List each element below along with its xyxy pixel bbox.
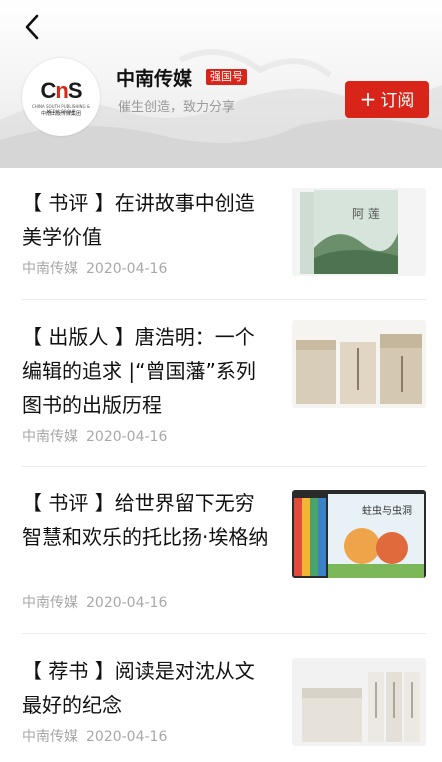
article-meta: 中南传媒 2020-04-16 <box>22 426 167 446</box>
article-item[interactable]: 【 出版人 】唐浩明：一个编辑的追求 |“曾国藩”系列图书的出版历程 中南传媒 2… <box>22 320 426 450</box>
article-meta: 中南传媒 2020-04-16 <box>22 726 167 746</box>
divider <box>22 466 426 467</box>
article-date: 2020-04-16 <box>86 729 168 745</box>
article-date: 2020-04-16 <box>86 595 168 611</box>
article-source: 中南传媒 <box>22 729 78 745</box>
divider <box>22 633 426 634</box>
article-item[interactable]: 【 荐书 】阅读是对沈从文最好的纪念 中南传媒 2020-04-16 <box>22 654 426 754</box>
subscribe-label: 订阅 <box>380 91 415 111</box>
article-source: 中南传媒 <box>22 595 78 611</box>
publisher-name: 中南传媒 <box>116 68 193 90</box>
publisher-badge: 强国号 <box>206 69 247 85</box>
article-date: 2020-04-16 <box>86 261 168 277</box>
article-source: 中南传媒 <box>22 429 78 445</box>
article-source: 中南传媒 <box>22 261 78 277</box>
chevron-left-icon <box>25 14 39 40</box>
subscribe-button[interactable]: + 订阅 <box>345 81 429 118</box>
book-box-set-image <box>292 658 426 746</box>
svg-text:蛀虫与虫洞: 蛀虫与虫洞 <box>362 504 412 517</box>
book-cover-lotus-image: 阿 莲 <box>292 188 426 276</box>
book-stack-image <box>292 320 426 408</box>
svg-text:阿 莲: 阿 莲 <box>352 207 380 221</box>
article-title: 【 荐书 】阅读是对沈从文最好的纪念 <box>22 659 255 717</box>
logo-subtitle-cn: 中南出版传媒集团 <box>40 111 81 117</box>
article-meta: 中南传媒 2020-04-16 <box>22 592 167 612</box>
publisher-header: CnS CHINA SOUTH PUBLISHING & MEDIA GROUP… <box>0 0 442 168</box>
logo-mark: CnS <box>40 78 82 103</box>
article-title: 【 书评 】在讲故事中创造美学价值 <box>22 191 255 249</box>
article-title: 【 书评 】给世界留下无穷智慧和欢乐的托比扬·埃格纳 <box>22 491 269 549</box>
back-button[interactable] <box>20 12 46 42</box>
article-title: 【 出版人 】唐浩明：一个编辑的追求 |“曾国藩”系列图书的出版历程 <box>22 325 256 417</box>
children-books-image: 蛀虫与虫洞 <box>292 490 426 578</box>
article-item[interactable]: 【 书评 】给世界留下无穷智慧和欢乐的托比扬·埃格纳 中南传媒 2020-04-1… <box>22 486 426 616</box>
publisher-slogan: 催生创造，致力分享 <box>118 100 236 115</box>
plus-icon: + <box>359 87 377 111</box>
article-meta: 中南传媒 2020-04-16 <box>22 258 167 278</box>
publisher-logo: CnS CHINA SOUTH PUBLISHING & MEDIA GROUP… <box>22 58 100 136</box>
article-item[interactable]: 【 书评 】在讲故事中创造美学价值 中南传媒 2020-04-16 阿 莲 <box>22 186 426 286</box>
divider <box>22 299 426 300</box>
article-date: 2020-04-16 <box>86 429 168 445</box>
